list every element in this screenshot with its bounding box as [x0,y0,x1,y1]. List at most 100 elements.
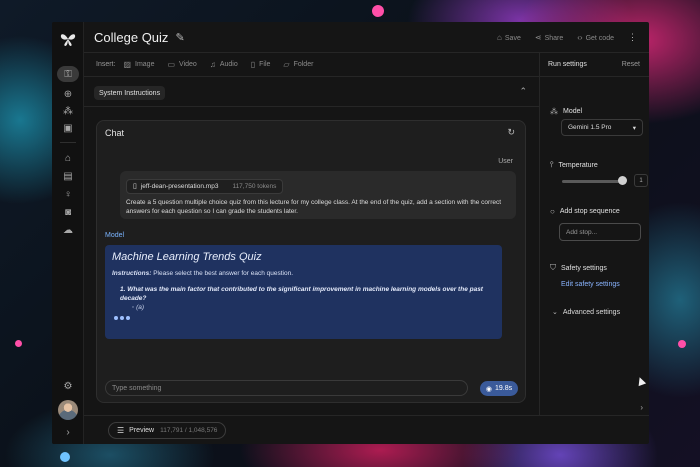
file-icon: ▯ [250,60,256,69]
run-button[interactable]: ◉ 19.8s [480,381,518,396]
quiz-title: Machine Learning Trends Quiz [112,251,262,263]
discord-icon[interactable]: ◙ [58,204,78,220]
top-header: College Quiz ✎ ⌂ Save ⋖ Share ‹› Get code ⋮ [84,22,649,53]
stop-sequence-label-text: Add stop sequence [559,208,620,215]
code-icon: ‹› [577,33,583,42]
run-time: 19.8s [494,385,513,392]
thermometer-icon: ⫯ [550,160,554,169]
chat-panel: Chat ↻ User ▯ jeff-dean-presentation.mp3… [96,120,526,403]
audio-file-icon: ▯ [133,183,137,190]
menu-icon: ☰ [117,426,125,435]
token-count: 117,791 / 1,048,576 [160,427,218,434]
system-instructions-bar: System Instructions ⌃ [84,77,539,107]
quiz-question-1: 1. What was the main factor that contrib… [120,286,483,302]
share-icon: ⋖ [534,33,542,42]
decorative-orb [15,340,22,347]
advanced-settings-toggle[interactable]: ⌄ Advanced settings [552,308,620,317]
insert-folder-button[interactable]: ▱ Folder [283,60,313,69]
collapse-icon[interactable]: ⌃ [519,86,527,97]
circle-icon: ○ [550,207,555,216]
image-icon: ▨ [123,60,132,69]
refresh-icon[interactable]: ↻ [507,127,515,138]
insert-audio-label: Audio [219,61,238,68]
preview-button[interactable]: ☰ Preview 117,791 / 1,048,576 [108,422,227,439]
model-role-label: Model [105,232,125,239]
file-token-count: 117,750 tokens [232,182,277,190]
insert-audio-button[interactable]: ♫ Audio [210,60,238,69]
header-actions: ⌂ Save ⋖ Share ‹› Get code ⋮ [497,22,637,53]
temperature-value-input[interactable]: 1 [634,174,648,187]
insert-video-label: Video [179,61,197,68]
rail-divider [60,142,76,143]
insert-folder-label: Folder [293,61,314,68]
temperature-slider-thumb[interactable] [618,176,628,185]
attached-file-chip[interactable]: ▯ jeff-dean-presentation.mp3 117,750 tok… [126,178,284,194]
quiz-instructions: Instructions: Please select the best ans… [112,270,495,277]
decorative-orb [372,5,384,17]
insert-file-button[interactable]: ▯ File [251,60,271,69]
instructions-text: Please select the best answer for each q… [153,270,294,277]
user-message-text: Create a 5 question multiple choice quiz… [126,198,502,215]
save-label: Save [504,35,521,42]
chevron-right-icon[interactable]: › [58,424,78,440]
insert-file-label: File [259,61,271,68]
logo-icon [60,34,76,46]
temperature-label-text: Temperature [558,161,598,169]
add-icon[interactable]: ⊕ [58,86,78,102]
folder-icon: ▱ [283,60,290,69]
safety-setting-label: ⛉ Safety settings [550,263,607,273]
ai-studio-window: ⚿ ⊕ ⁂ ▣ ⌂ ▤ ♀ ◙ ☁ ⚙ › College Quiz ✎ ⌂ Sa… [52,22,649,444]
dropdown-arrow-icon: ▾ [632,124,636,132]
edit-icon[interactable]: ✎ [175,31,184,44]
safety-label-text: Safety settings [561,264,607,272]
stop-sequence-input[interactable]: Add stop... [559,223,641,241]
lightbulb-icon[interactable]: ♀ [58,186,78,202]
bottom-bar: ☰ Preview 117,791 / 1,048,576 [84,415,649,444]
cloud-icon[interactable]: ☁ [58,222,78,238]
user-message[interactable]: ▯ jeff-dean-presentation.mp3 117,750 tok… [120,171,516,219]
school-icon[interactable]: ⌂ [58,150,78,166]
expand-panel-icon[interactable]: › [640,403,643,412]
temperature-setting-label: ⫯ Temperature [550,160,598,170]
instructions-label: Instructions: [112,270,152,277]
audio-icon: ♫ [209,60,216,69]
chat-title: Chat [105,128,125,138]
save-button[interactable]: ⌂ Save [497,33,521,42]
insert-video-button[interactable]: ▭ Video [167,60,196,69]
preview-label: Preview [129,427,155,434]
model-label-text: Model [563,108,583,115]
get-code-label: Get code [585,35,614,42]
prompt-input[interactable]: Type something [105,380,468,396]
model-setting-label: ⁂ Model [550,107,582,116]
video-icon: ▭ [167,60,176,69]
library-icon[interactable]: ▣ [58,120,78,136]
get-code-button[interactable]: ‹› Get code [577,33,614,42]
temperature-slider[interactable] [562,180,626,183]
key-icon[interactable]: ⚿ [57,66,79,82]
file-name: jeff-dean-presentation.mp3 [140,182,219,190]
quiz-option-a: ◦ (a) [132,304,145,311]
shield-icon: ⛉ [550,263,556,272]
settings-icon[interactable]: ⚙ [58,378,78,394]
gallery-icon[interactable]: ⁂ [58,103,78,119]
nav-rail: ⚿ ⊕ ⁂ ▣ ⌂ ▤ ♀ ◙ ☁ ⚙ › [52,22,84,444]
edit-safety-settings-link[interactable]: Edit safety settings [561,281,620,288]
save-icon: ⌂ [497,33,502,42]
insert-image-button[interactable]: ▨ Image [123,60,154,69]
share-button[interactable]: ⋖ Share [535,33,563,42]
stop-sequence-label: ○ Add stop sequence [550,207,620,216]
docs-icon[interactable]: ▤ [58,168,78,184]
model-icon: ⁂ [550,107,558,116]
run-settings-title: Run settings [548,61,587,68]
run-settings-panel: Run settings Reset ⁂ Model Gemini 1.5 Pro… [539,53,649,415]
system-instructions-button[interactable]: System Instructions [94,86,166,100]
avatar[interactable] [58,400,78,420]
reset-button[interactable]: Reset [622,61,640,68]
model-select-value: Gemini 1.5 Pro [568,124,612,131]
mouse-cursor-icon [635,375,647,387]
more-menu-icon[interactable]: ⋮ [628,32,637,43]
model-response[interactable]: Machine Learning Trends Quiz Instruction… [105,245,502,339]
model-select[interactable]: Gemini 1.5 Pro ▾ [561,119,643,136]
decorative-orb [60,452,70,462]
insert-label: Insert: [96,61,116,68]
